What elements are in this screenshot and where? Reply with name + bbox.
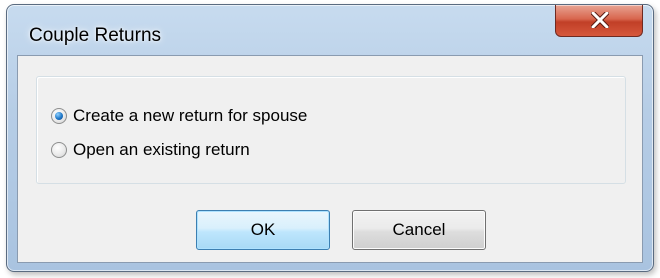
radio-button-selected[interactable]: [51, 108, 67, 124]
option-create-new-return[interactable]: Create a new return for spouse: [51, 105, 307, 127]
options-group: Create a new return for spouse Open an e…: [36, 76, 626, 184]
radio-button-unselected[interactable]: [51, 142, 67, 158]
close-button[interactable]: [555, 5, 643, 37]
close-x-icon: [591, 12, 609, 28]
couple-returns-dialog: Couple Returns Create a new return for s…: [6, 4, 654, 272]
option-open-existing-return[interactable]: Open an existing return: [51, 139, 250, 161]
dialog-content: Create a new return for spouse Open an e…: [17, 55, 643, 263]
cancel-button[interactable]: Cancel: [352, 210, 486, 250]
option-label-open-existing[interactable]: Open an existing return: [73, 140, 250, 160]
option-label-create-new[interactable]: Create a new return for spouse: [73, 106, 307, 126]
ok-button[interactable]: OK: [196, 210, 330, 250]
title-bar[interactable]: Couple Returns: [7, 5, 653, 57]
window-title: Couple Returns: [29, 25, 162, 46]
